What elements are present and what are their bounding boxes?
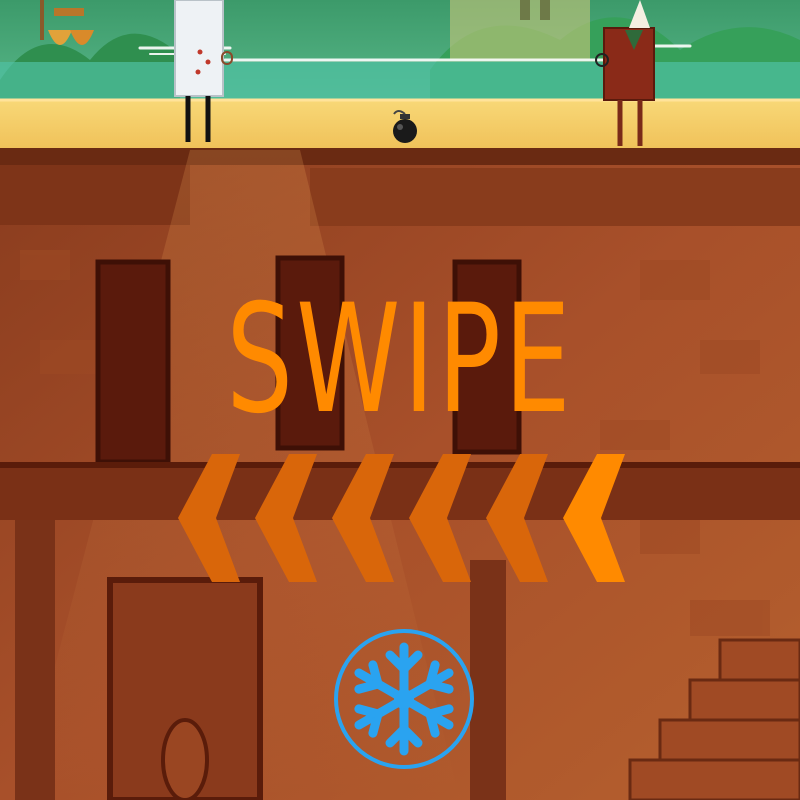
swipe-instruction-text: SWIPE [226,273,574,447]
